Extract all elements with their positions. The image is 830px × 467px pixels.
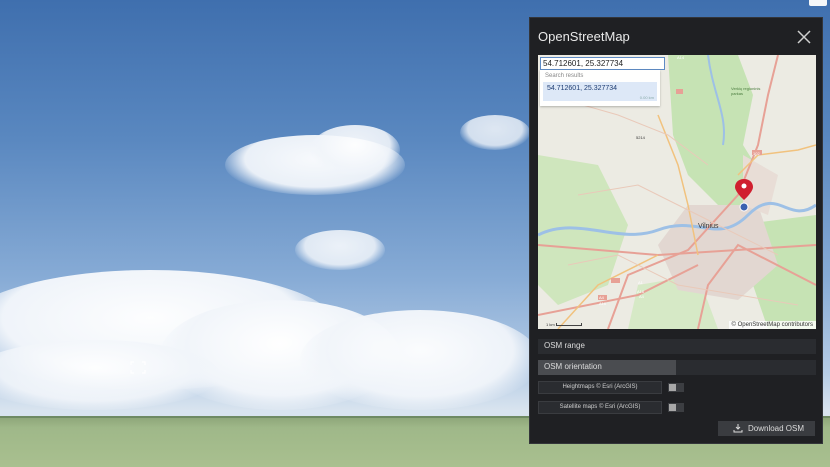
download-icon [733,424,743,433]
close-icon[interactable] [796,29,812,45]
osm-range-label: OSM range [544,341,585,350]
heightmaps-toggle[interactable] [668,383,684,392]
city-label: Vilnius [698,223,719,230]
heightmaps-option: Heightmaps © Esri (ArcGIS) [538,381,662,394]
osm-dialog: OpenStreetMap Vilnius Verkių regioninis … [529,17,823,444]
window-handle-icon[interactable] [809,0,827,6]
osm-range-slider[interactable]: OSM range [538,339,816,354]
osm-orientation-label: OSM orientation [544,362,602,371]
osm-map[interactable]: Vilnius Verkių regioninis parkas A14 521… [538,55,816,329]
cloud [310,125,400,175]
reticle-icon [130,361,146,374]
satellite-label: Satellite maps © Esri (ArcGIS) [559,404,641,410]
road-label: A14 [677,55,685,60]
map-pin-icon [734,179,754,211]
search-results-title: Search results [545,73,584,79]
cloud [300,310,540,410]
scale-bar [556,323,582,326]
dialog-title: OpenStreetMap [538,29,630,44]
map-search-input[interactable] [540,57,665,70]
road-label: A1 [638,280,643,285]
road-label: A4 [639,294,644,299]
cloud [460,115,530,150]
search-result-text: 54.712601, 25.327734 [547,85,618,92]
satellite-toggle[interactable] [668,403,684,412]
download-osm-button[interactable]: Download OSM [718,421,815,436]
park-label: Verkių regioninis parkas [731,86,761,96]
road-label: A4 [599,295,604,300]
road-label: A16 [599,301,607,306]
map-scale: 1 km [546,322,555,327]
search-result-item[interactable]: 54.712601, 25.327734 0.00 km [543,82,657,101]
download-label: Download OSM [748,424,805,433]
cloud [0,340,220,410]
search-results-dropdown: Search results 54.712601, 25.327734 0.00… [540,70,660,106]
heightmaps-label: Heightmaps © Esri (ArcGIS) [562,384,638,390]
satellite-option: Satellite maps © Esri (ArcGIS) [538,401,662,414]
search-result-distance: 0.00 km [639,95,654,100]
road-label: 5214 [636,135,645,140]
osm-orientation-slider[interactable]: OSM orientation [538,360,816,375]
road-label: 102 [753,151,760,156]
cloud [295,230,385,270]
map-attribution[interactable]: © OpenStreetMap contributors [728,321,816,329]
